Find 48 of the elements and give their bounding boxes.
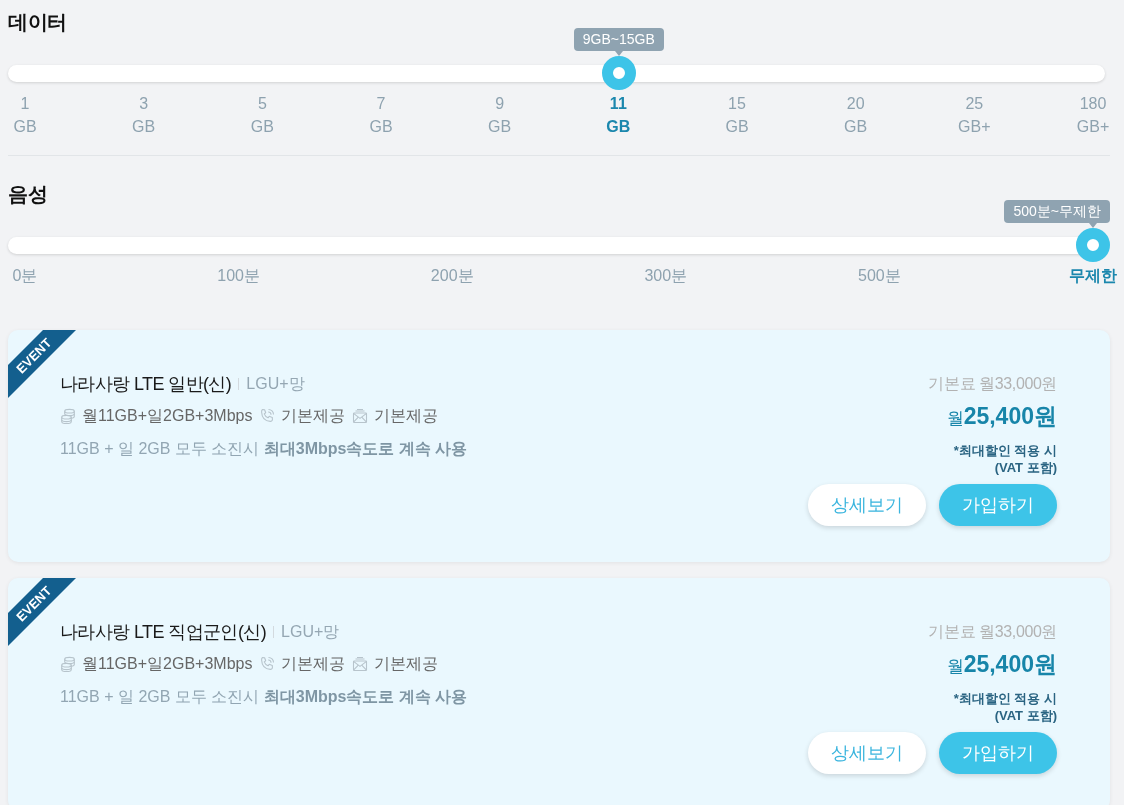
network-label: LGU+망 [281, 622, 340, 642]
section-title: 데이터 [8, 10, 67, 34]
price-note: *최대할인 적용 시 [953, 690, 1057, 707]
tick-label[interactable]: 500분 [858, 264, 901, 287]
slider-tooltip: 9GB~15GB [573, 28, 664, 56]
tick-label[interactable]: 11 GB [606, 92, 631, 138]
network-label: LGU+망 [246, 374, 305, 394]
base-fee: 기본료 월33,000원 [928, 374, 1057, 394]
price-note: (VAT 포함) [994, 707, 1057, 724]
monthly-price: 월25,400원 [946, 402, 1057, 431]
tick-label[interactable]: 15 GB [725, 92, 749, 138]
plan-description: 11GB + 일 2GB 모두 소진시 최대3Mbps속도로 계속 사용 [60, 439, 468, 459]
tick-label[interactable]: 9 GB [488, 92, 512, 138]
coins-icon [60, 408, 76, 424]
tick-label[interactable]: 5 GB [250, 92, 274, 138]
coins-icon [60, 656, 76, 672]
phone-icon [259, 656, 276, 672]
price-note: (VAT 포함) [994, 459, 1057, 476]
details-button[interactable]: 상세보기 [808, 732, 926, 774]
tick-label[interactable]: 100분 [217, 264, 260, 287]
plan-description: 11GB + 일 2GB 모두 소진시 최대3Mbps속도로 계속 사용 [60, 687, 468, 707]
price-note: *최대할인 적용 시 [953, 442, 1057, 459]
call-allowance: 기본제공 [281, 406, 346, 426]
tick-label[interactable]: 무제한 [1069, 264, 1117, 287]
tick-label[interactable]: 3 GB [132, 92, 156, 138]
data-allowance: 월11GB+일2GB+3Mbps [82, 654, 253, 674]
tick-label[interactable]: 7 GB [369, 92, 393, 138]
section-title: 음성 [8, 182, 47, 206]
tick-label[interactable]: 200분 [430, 264, 474, 287]
slider-tooltip: 500분~무제한 [1004, 200, 1110, 228]
data-allowance: 월11GB+일2GB+3Mbps [82, 406, 253, 426]
monthly-price: 월25,400원 [946, 650, 1057, 679]
envelope-icon [352, 656, 369, 672]
join-button[interactable]: 가입하기 [939, 732, 1057, 774]
tick-label[interactable]: 180 GB+ [1076, 92, 1110, 138]
tick-label[interactable]: 25 GB+ [958, 92, 991, 138]
tick-label[interactable]: 300분 [644, 264, 688, 287]
phone-icon [259, 408, 276, 424]
message-allowance: 기본제공 [374, 654, 439, 674]
tick-label[interactable]: 0분 [12, 264, 38, 287]
tick-label[interactable]: 1 GB [13, 92, 37, 138]
join-button[interactable]: 가입하기 [939, 484, 1057, 526]
envelope-icon [352, 408, 369, 424]
message-allowance: 기본제공 [374, 406, 439, 426]
base-fee: 기본료 월33,000원 [928, 622, 1057, 642]
call-allowance: 기본제공 [281, 654, 346, 674]
details-button[interactable]: 상세보기 [808, 484, 926, 526]
tick-label[interactable]: 20 GB [844, 92, 868, 138]
